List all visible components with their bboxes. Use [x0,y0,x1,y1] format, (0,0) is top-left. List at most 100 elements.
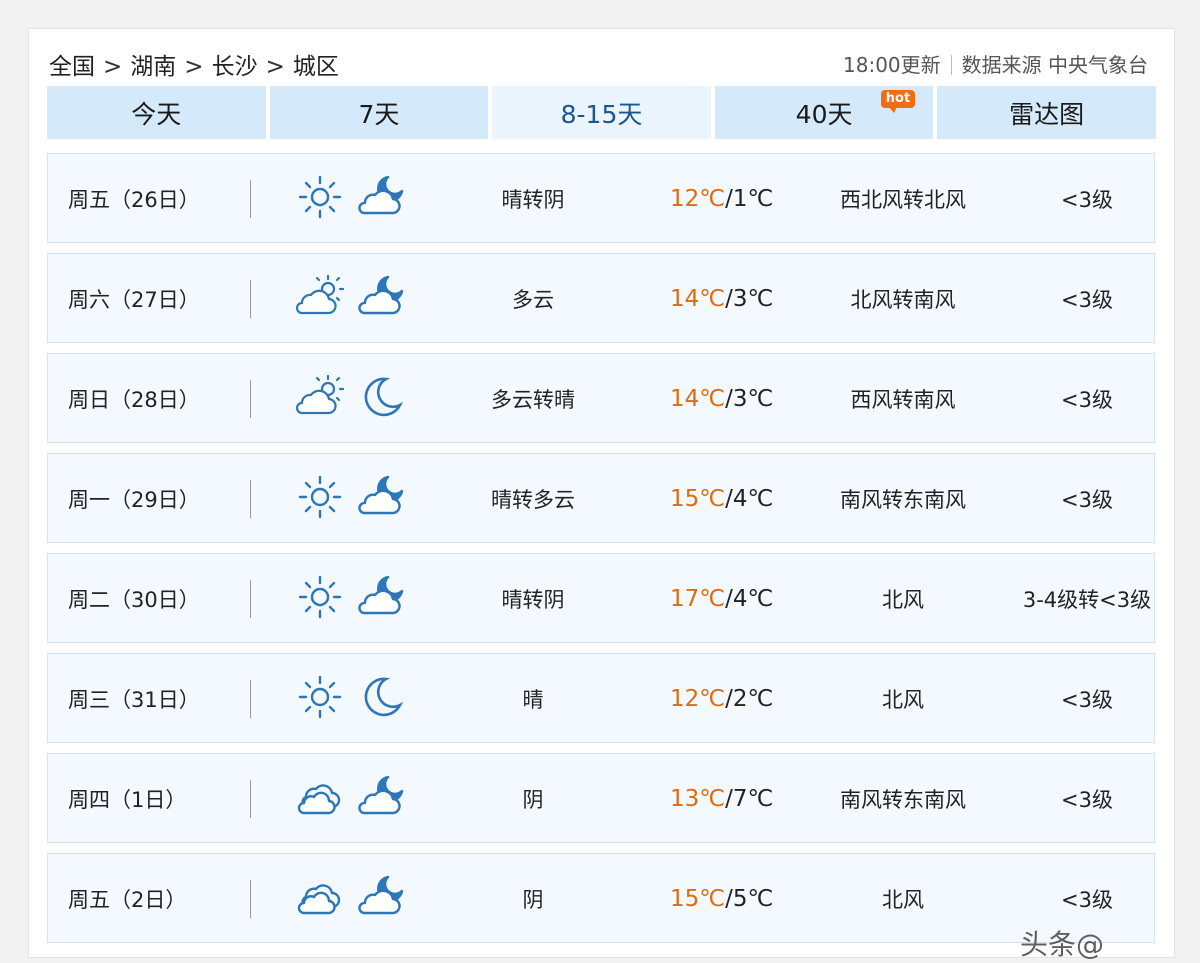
weather-desc: 多云 [512,288,554,312]
forecast-row[interactable]: 周一（29日） 晴转多云 15℃/4℃ 南风转东南风 <3级 [47,453,1155,543]
day-date: 周三（31日） [68,688,200,712]
wind-direction: 南风转东南风 [840,488,966,512]
divider [250,680,251,718]
sun-icon [296,473,344,526]
tab-8-15-days[interactable]: 8-15天 [492,86,711,139]
temperature: 14℃/3℃ [670,354,773,444]
weather-icons [295,354,406,444]
sun-icon [296,673,344,726]
update-info: 18:00更新 数据来源 中央气象台 [843,49,1148,78]
weather-panel: 全国 > 湖南 > 长沙 > 城区 18:00更新 数据来源 中央气象台 今天 7天 8-15… [28,28,1175,961]
sun-cloud-icon [295,373,345,426]
cloud-icon [296,773,344,826]
breadcrumb-separator: > [184,54,204,80]
high-temp: 15℃ [670,886,726,912]
moon-icon [358,373,406,426]
weather-desc: 晴转阴 [501,588,565,612]
sun-icon [296,573,344,626]
forecast-row[interactable]: 周日（28日） 多云转晴 14℃/3℃ 西风转南风 <3级 [47,353,1155,443]
divider [250,480,251,518]
temperature: 12℃/2℃ [670,654,773,744]
update-time: 18:00更新 [843,53,941,77]
watermark: 头条@ [1019,928,1104,961]
divider [250,280,251,318]
low-temp: /1℃ [725,186,774,212]
wind-direction: 北风 [882,688,924,712]
data-source: 数据来源 中央气象台 [961,53,1148,77]
weather-desc: 阴 [522,888,544,912]
temperature: 15℃/4℃ [670,454,773,544]
tab-label: 8-15天 [560,99,643,129]
breadcrumb-district[interactable]: 城区 [293,54,339,80]
tab-7-days[interactable]: 7天 [269,86,489,139]
tab-label: 40天 [795,99,853,129]
weather-icons [296,454,406,544]
low-temp: /4℃ [725,486,774,512]
breadcrumb-country[interactable]: 全国 [49,54,95,80]
low-temp: /5℃ [725,886,774,912]
high-temp: 17℃ [670,586,726,612]
day-date: 周一（29日） [68,488,200,512]
wind-level: <3级 [1061,288,1113,312]
temperature: 13℃/7℃ [670,754,773,844]
breadcrumb-separator: > [103,54,123,80]
temperature: 15℃/5℃ [670,854,773,944]
moon-cloud-icon [358,473,406,526]
weather-desc: 晴转阴 [501,188,565,212]
moon-cloud-icon [358,573,406,626]
high-temp: 14℃ [670,386,726,412]
weather-icons [296,654,406,744]
cloud-icon [296,873,344,926]
wind-direction: 北风 [882,588,924,612]
wind-level: <3级 [1061,488,1113,512]
forecast-row[interactable]: 周三（31日） 晴 12℃/2℃ 北风 <3级 [47,653,1155,743]
divider [250,380,251,418]
tab-radar[interactable]: 雷达图 [937,86,1156,139]
weather-desc: 晴转多云 [491,488,575,512]
day-date: 周二（30日） [68,588,200,612]
breadcrumb-city[interactable]: 长沙 [212,54,258,80]
forecast-row[interactable]: 周五（2日） 阴 15℃/5℃ 北风 <3级 [47,853,1155,943]
weather-icons [296,154,406,244]
sun-icon [296,173,344,226]
forecast-tabs: 今天 7天 8-15天 40天 hot 雷达图 [47,86,1156,139]
moon-cloud-icon [358,273,406,326]
forecast-list: 周五（26日） 晴转阴 12℃/1℃ 西北风转北风 <3级 周六（27日） 多云… [47,153,1155,953]
divider [250,180,251,218]
wind-direction: 西北风转北风 [840,188,966,212]
high-temp: 15℃ [670,486,726,512]
forecast-row[interactable]: 周四（1日） 阴 13℃/7℃ 南风转东南风 <3级 [47,753,1155,843]
wind-level: 3-4级转<3级 [1022,588,1152,612]
weather-desc: 多云转晴 [491,388,575,412]
breadcrumb-separator: > [265,54,285,80]
low-temp: /4℃ [725,586,774,612]
wind-direction: 北风转南风 [850,288,956,312]
temperature: 17℃/4℃ [670,554,773,644]
wind-direction: 西风转南风 [850,388,956,412]
wind-direction: 南风转东南风 [840,788,966,812]
breadcrumb-province[interactable]: 湖南 [130,54,176,80]
low-temp: /3℃ [725,286,774,312]
breadcrumb: 全国 > 湖南 > 长沙 > 城区 [49,47,339,81]
high-temp: 14℃ [670,286,726,312]
temperature: 12℃/1℃ [670,154,773,244]
low-temp: /7℃ [725,786,774,812]
weather-desc: 晴 [522,688,544,712]
forecast-row[interactable]: 周六（27日） 多云 14℃/3℃ 北风转南风 <3级 [47,253,1155,343]
tab-label: 7天 [358,99,400,129]
weather-icons [295,254,406,344]
wind-level: <3级 [1061,688,1113,712]
moon-cloud-icon [358,873,406,926]
forecast-row[interactable]: 周五（26日） 晴转阴 12℃/1℃ 西北风转北风 <3级 [47,153,1155,243]
weather-icons [296,854,406,944]
high-temp: 12℃ [670,686,726,712]
weather-desc: 阴 [522,788,544,812]
tab-label: 今天 [131,99,182,129]
forecast-row[interactable]: 周二（30日） 晴转阴 17℃/4℃ 北风 3-4级转<3级 [47,553,1155,643]
divider [250,780,251,818]
day-date: 周四（1日） [68,788,187,812]
divider [250,880,251,918]
day-date: 周五（2日） [68,888,187,912]
tab-40-days[interactable]: 40天 hot [714,86,934,139]
tab-today[interactable]: 今天 [47,86,266,139]
